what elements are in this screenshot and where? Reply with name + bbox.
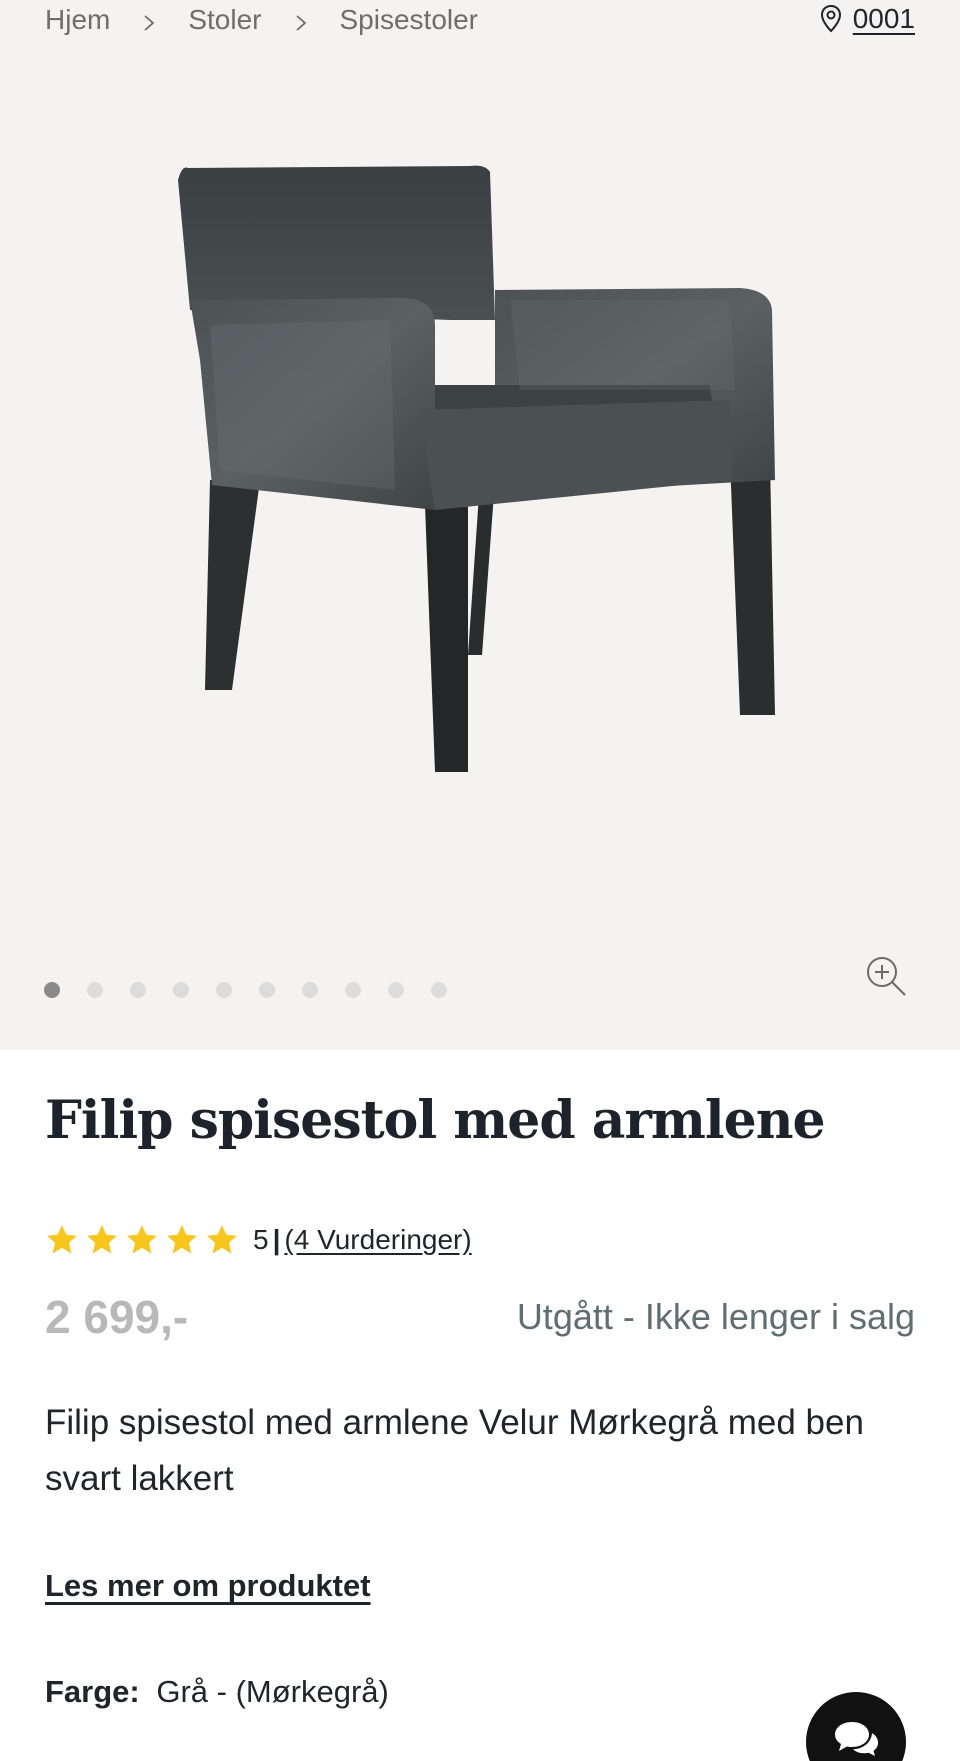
store-selector[interactable]: 0001 (819, 0, 915, 38)
breadcrumb-item-chairs[interactable]: Stoler (188, 4, 261, 36)
rating-stars (45, 1223, 239, 1257)
gallery-dot[interactable] (44, 982, 60, 998)
gallery-dot[interactable] (388, 982, 404, 998)
availability-status: Utgått - Ikke lenger i salg (516, 1296, 915, 1337)
color-selection: Farge: Grå - (Mørkegrå) (45, 1674, 389, 1710)
map-pin-icon (820, 4, 841, 33)
reviews-link[interactable]: (4 Vurderinger) (284, 1224, 471, 1256)
product-image[interactable] (150, 160, 810, 880)
gallery-pagination (44, 982, 447, 998)
rating-value: 5 (253, 1224, 269, 1255)
breadcrumb-item-dining-chairs[interactable]: Spisestoler (340, 4, 479, 36)
read-more-link[interactable]: Les mer om produktet (45, 1568, 371, 1604)
star-icon (47, 1225, 77, 1254)
star-icon (127, 1225, 157, 1254)
chevron-right-icon (290, 9, 312, 31)
zoom-in-icon[interactable] (864, 954, 908, 998)
product-rating: 5 | (4 Vurderinger) (45, 1218, 472, 1262)
gallery-dot[interactable] (87, 982, 103, 998)
gallery-dot[interactable] (259, 982, 275, 998)
product-gallery: Hjem Stoler Spisestoler 0001 (0, 0, 960, 1050)
chevron-right-icon (138, 9, 160, 31)
breadcrumb: Hjem Stoler Spisestoler (45, 0, 478, 40)
product-price: 2 699,- (45, 1291, 189, 1343)
gallery-dot[interactable] (216, 982, 232, 998)
star-icon (167, 1225, 197, 1254)
breadcrumb-item-home[interactable]: Hjem (45, 4, 110, 36)
gallery-dot[interactable] (345, 982, 361, 998)
star-icon (87, 1225, 117, 1254)
rating-divider: | (272, 1224, 281, 1255)
gallery-dot[interactable] (431, 982, 447, 998)
product-description: Filip spisestol med armlene Velur Mørkeg… (45, 1403, 864, 1498)
gallery-dot[interactable] (173, 982, 189, 998)
store-code[interactable]: 0001 (853, 3, 915, 35)
color-label: Farge: (45, 1674, 140, 1709)
chat-icon (835, 1722, 878, 1756)
gallery-dot[interactable] (302, 982, 318, 998)
chat-button[interactable] (806, 1692, 906, 1761)
product-title: Filip spisestol med armlene (45, 1090, 826, 1151)
star-icon (207, 1225, 237, 1254)
gallery-dot[interactable] (130, 982, 146, 998)
color-value: Grå - (Mørkegrå) (156, 1674, 389, 1709)
